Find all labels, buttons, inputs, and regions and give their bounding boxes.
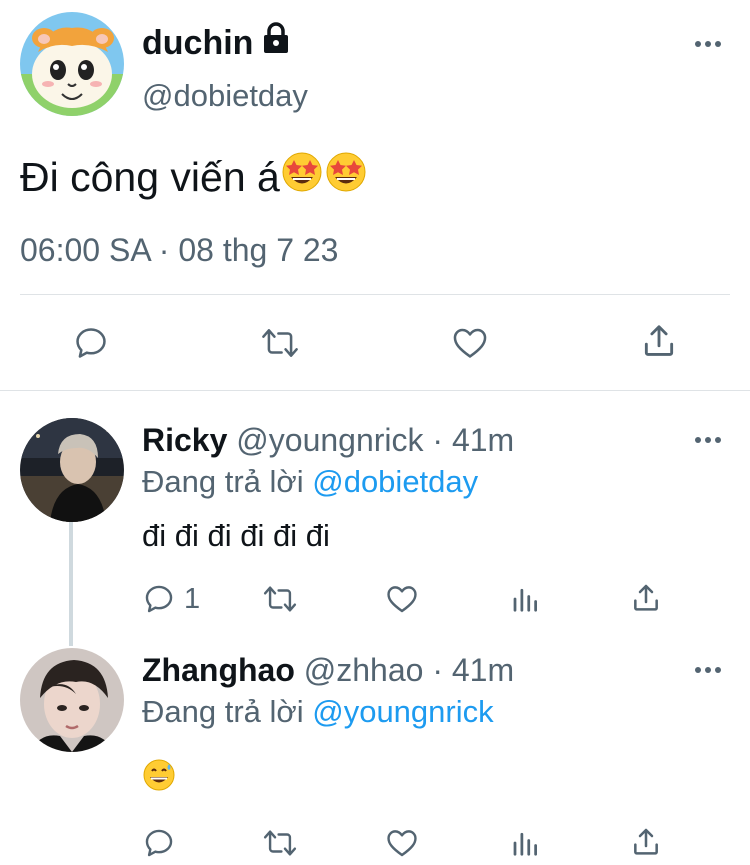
main-avatar[interactable] [20, 12, 124, 116]
reply-handle-time[interactable]: @youngnrick · 41m [227, 422, 514, 458]
reply-icon [76, 328, 106, 358]
reply-avatar-ricky[interactable] [20, 418, 124, 522]
mention-link[interactable]: @dobietday [312, 464, 478, 499]
star-struck-emoji-icon [280, 150, 324, 204]
reply-avatar-zhanghao[interactable] [20, 648, 124, 752]
main-tweet: duchin @dobietday Đi công viến á 06:00 S… [0, 0, 750, 390]
like-button[interactable] [384, 582, 420, 616]
main-handle[interactable]: @dobietday [142, 76, 308, 116]
share-button[interactable] [630, 826, 662, 858]
retweet-button[interactable] [260, 582, 300, 616]
grinning-sweat-emoji-icon [142, 758, 176, 797]
tweet-body: Đi công viến á [20, 154, 280, 200]
reply-button[interactable] [72, 324, 110, 362]
replying-to: Đang trả lời @youngnrick [142, 692, 494, 732]
share-icon [634, 584, 658, 611]
reply-header: Ricky @youngnrick · 41m [142, 420, 514, 460]
reply-handle-time[interactable]: @zhhao · 41m [295, 652, 514, 688]
reply-icon [145, 585, 173, 613]
reply-button[interactable]: 1 [142, 582, 200, 616]
more-options-icon[interactable] [695, 436, 721, 444]
reply-header: Zhanghao @zhhao · 41m [142, 650, 514, 690]
share-icon [634, 828, 658, 855]
main-display-name[interactable]: duchin [142, 23, 253, 63]
like-button[interactable] [384, 826, 420, 860]
share-button[interactable] [630, 582, 662, 614]
star-struck-emoji-icon [324, 150, 368, 204]
retweet-icon [262, 329, 298, 357]
replying-to: Đang trả lời @dobietday [142, 462, 478, 502]
analytics-icon [513, 832, 537, 856]
like-icon [453, 328, 487, 358]
mention-link[interactable]: @youngnrick [312, 694, 493, 729]
analytics-button[interactable] [510, 828, 540, 858]
divider [20, 294, 730, 295]
replying-label: Đang trả lời [142, 464, 313, 499]
analytics-icon [513, 588, 537, 612]
main-tweet-text: Đi công viến á [20, 150, 368, 204]
analytics-button[interactable] [510, 584, 540, 614]
reply-text: đi đi đi đi đi đi [142, 518, 330, 553]
like-icon [387, 830, 417, 857]
tweet-timestamp[interactable]: 06:00 SA · 08 thg 7 23 [20, 230, 338, 270]
more-options-icon[interactable] [695, 666, 721, 674]
more-options-icon[interactable] [695, 40, 721, 48]
reply-count: 1 [184, 583, 201, 615]
retweet-button[interactable] [260, 826, 300, 860]
reply-display-name[interactable]: Zhanghao [142, 652, 295, 688]
like-button[interactable] [450, 324, 490, 362]
thread-connector [69, 522, 73, 646]
divider [0, 390, 750, 391]
lock-icon [261, 22, 291, 63]
share-icon [644, 325, 674, 356]
retweet-icon [263, 830, 297, 856]
main-display-name-row[interactable]: duchin [142, 22, 291, 63]
replying-label: Đang trả lời [142, 694, 313, 729]
reply-display-name[interactable]: Ricky [142, 422, 227, 458]
reply-button[interactable] [142, 826, 184, 860]
share-button[interactable] [640, 322, 678, 360]
reply-icon [145, 829, 173, 857]
retweet-icon [263, 586, 297, 612]
retweet-button[interactable] [258, 324, 302, 362]
like-icon [387, 586, 417, 613]
